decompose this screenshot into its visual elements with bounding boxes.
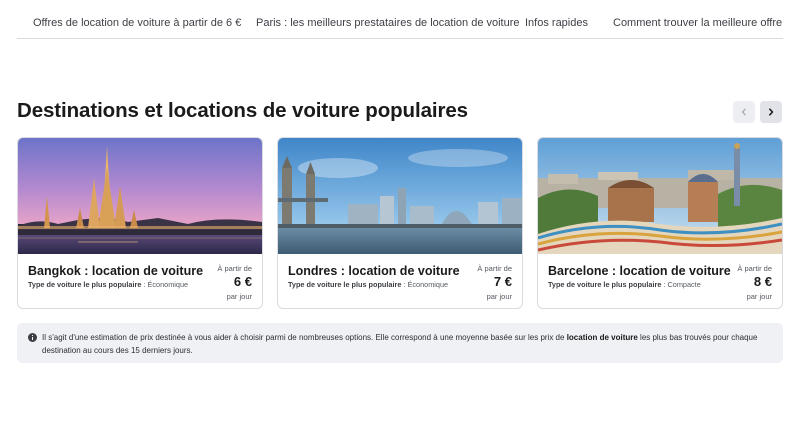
card-city-title: Barcelone : location de voiture	[548, 264, 731, 278]
card-price: 6 €	[233, 274, 252, 289]
chevron-right-icon	[769, 108, 774, 116]
card-car-type: Type de voiture le plus populaire : Écon…	[288, 280, 449, 289]
info-icon	[28, 333, 37, 342]
london-photo	[278, 138, 522, 254]
card-price: 7 €	[493, 274, 512, 289]
price-disclaimer: Il s'agit d'une estimation de prix desti…	[17, 323, 783, 363]
card-per-day: par jour	[486, 292, 512, 301]
nav-link-offers[interactable]: Offres de location de voiture à partir d…	[33, 17, 241, 29]
disclaimer-text: Il s'agit d'une estimation de prix desti…	[42, 333, 758, 355]
destination-card-bangkok[interactable]: Bangkok : location de voiture Type de vo…	[17, 137, 263, 309]
section-nav: Offres de location de voiture à partir d…	[17, 0, 783, 39]
card-city-title: Londres : location de voiture	[288, 264, 460, 278]
chevron-left-icon	[741, 108, 746, 116]
card-per-day: par jour	[226, 292, 252, 301]
barcelona-photo	[538, 138, 782, 254]
card-per-day: par jour	[746, 292, 772, 301]
nav-link-paris-providers[interactable]: Paris : les meilleurs prestataires de lo…	[256, 17, 520, 29]
card-price: 8 €	[753, 274, 772, 289]
card-from-label: À partir de	[737, 264, 772, 273]
section-title: Destinations et locations de voiture pop…	[17, 99, 468, 122]
carousel-prev-button[interactable]	[733, 101, 755, 123]
nav-link-quick-info[interactable]: Infos rapides	[525, 17, 588, 29]
card-from-label: À partir de	[217, 264, 252, 273]
destination-card-barcelone[interactable]: Barcelone : location de voiture Type de …	[537, 137, 783, 309]
card-city-title: Bangkok : location de voiture	[28, 264, 204, 278]
carousel-next-button[interactable]	[760, 101, 782, 123]
card-from-label: À partir de	[477, 264, 512, 273]
card-car-type: Type de voiture le plus populaire : Comp…	[548, 280, 701, 289]
nav-link-best-deal[interactable]: Comment trouver la meilleure offre	[613, 17, 782, 29]
card-car-type: Type de voiture le plus populaire : Écon…	[28, 280, 189, 289]
destination-card-londres[interactable]: Londres : location de voiture Type de vo…	[277, 137, 523, 309]
bangkok-photo	[18, 138, 262, 254]
